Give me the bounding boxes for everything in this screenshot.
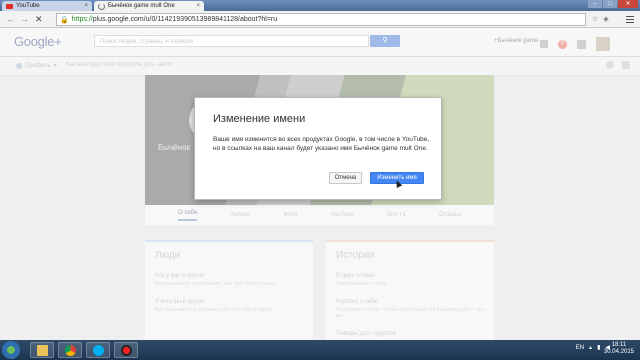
- skype-icon: [93, 345, 104, 356]
- tab-title: YouTube: [16, 3, 40, 9]
- forward-icon[interactable]: →: [20, 14, 29, 24]
- omnibox-icons: ☆ ◈: [592, 15, 609, 23]
- apps-grid-icon[interactable]: [540, 40, 548, 48]
- share-icon[interactable]: [577, 39, 586, 49]
- header-icons: 0: [540, 37, 610, 51]
- start-button[interactable]: [2, 341, 20, 359]
- stop-icon[interactable]: ✕: [35, 14, 43, 24]
- lock-icon: 🔒: [60, 16, 69, 24]
- close-tab-icon[interactable]: ×: [196, 3, 200, 9]
- close-tab-icon[interactable]: ×: [84, 3, 88, 9]
- search-input[interactable]: Поиск людей, страниц, и записей: [94, 35, 369, 47]
- rename-dialog: Изменение имени Ваше имя изменится во вс…: [194, 97, 442, 200]
- url-input[interactable]: 🔒 https:// plus.google.com/u/0/114219390…: [56, 13, 586, 26]
- folder-icon: [37, 345, 48, 356]
- tab-youtube[interactable]: YouTube ×: [2, 1, 92, 11]
- taskbar-chrome[interactable]: [58, 342, 82, 358]
- record-icon: [121, 345, 132, 356]
- star-icon[interactable]: ☆: [592, 15, 598, 23]
- user-name-link[interactable]: +Бычёнок game: [494, 38, 538, 44]
- close-window-icon[interactable]: ✕: [618, 0, 638, 8]
- tab-profile[interactable]: Бычёнок game mult One ×: [94, 1, 204, 11]
- clock-date: 30.04.2015: [603, 349, 634, 355]
- avatar[interactable]: [596, 37, 610, 51]
- taskbar-skype[interactable]: [86, 342, 110, 358]
- search-icon: ⚲: [382, 37, 388, 44]
- gplus-logo[interactable]: Google+: [14, 34, 62, 49]
- clock-time: 18:11: [611, 342, 627, 348]
- url-text: plus.google.com/u/0/11421939051398984112…: [92, 16, 278, 23]
- extension-icon[interactable]: ◈: [603, 15, 608, 23]
- notifications-badge[interactable]: 0: [558, 39, 567, 49]
- browser-tabstrip: YouTube × Бычёнок game mult One × – □ ✕: [0, 0, 640, 11]
- youtube-icon: [6, 3, 13, 9]
- loading-icon: [98, 2, 105, 10]
- maximize-icon[interactable]: □: [603, 0, 617, 8]
- minimize-icon[interactable]: –: [588, 0, 602, 8]
- dialog-title: Изменение имени: [213, 113, 306, 125]
- address-toolbar: ← → ✕ 🔒 https:// plus.google.com/u/0/114…: [0, 11, 640, 28]
- tray-arrow-icon[interactable]: ▴: [589, 344, 592, 351]
- cancel-button[interactable]: Отмена: [329, 172, 362, 184]
- network-icon[interactable]: ▮: [597, 344, 600, 351]
- tab-title: Бычёнок game mult One: [108, 3, 175, 9]
- menu-icon[interactable]: [626, 14, 634, 25]
- taskbar-recorder[interactable]: [114, 342, 138, 358]
- search-button[interactable]: ⚲: [370, 35, 400, 47]
- chrome-icon: [65, 345, 76, 356]
- clock[interactable]: 18:11 30.04.2015: [604, 342, 634, 356]
- language-indicator[interactable]: EN: [576, 345, 584, 351]
- taskbar-explorer[interactable]: [30, 342, 54, 358]
- gplus-header: Google+ Поиск людей, страниц, и записей …: [0, 28, 640, 57]
- windows-taskbar: EN ▴ ▮ ◀ 18:11 30.04.2015: [0, 340, 640, 360]
- window-controls: – □ ✕: [588, 0, 638, 8]
- dialog-body: Ваше имя изменится во всех продуктах Goo…: [213, 136, 430, 152]
- url-scheme: https://: [71, 16, 93, 23]
- back-icon[interactable]: ←: [6, 14, 15, 24]
